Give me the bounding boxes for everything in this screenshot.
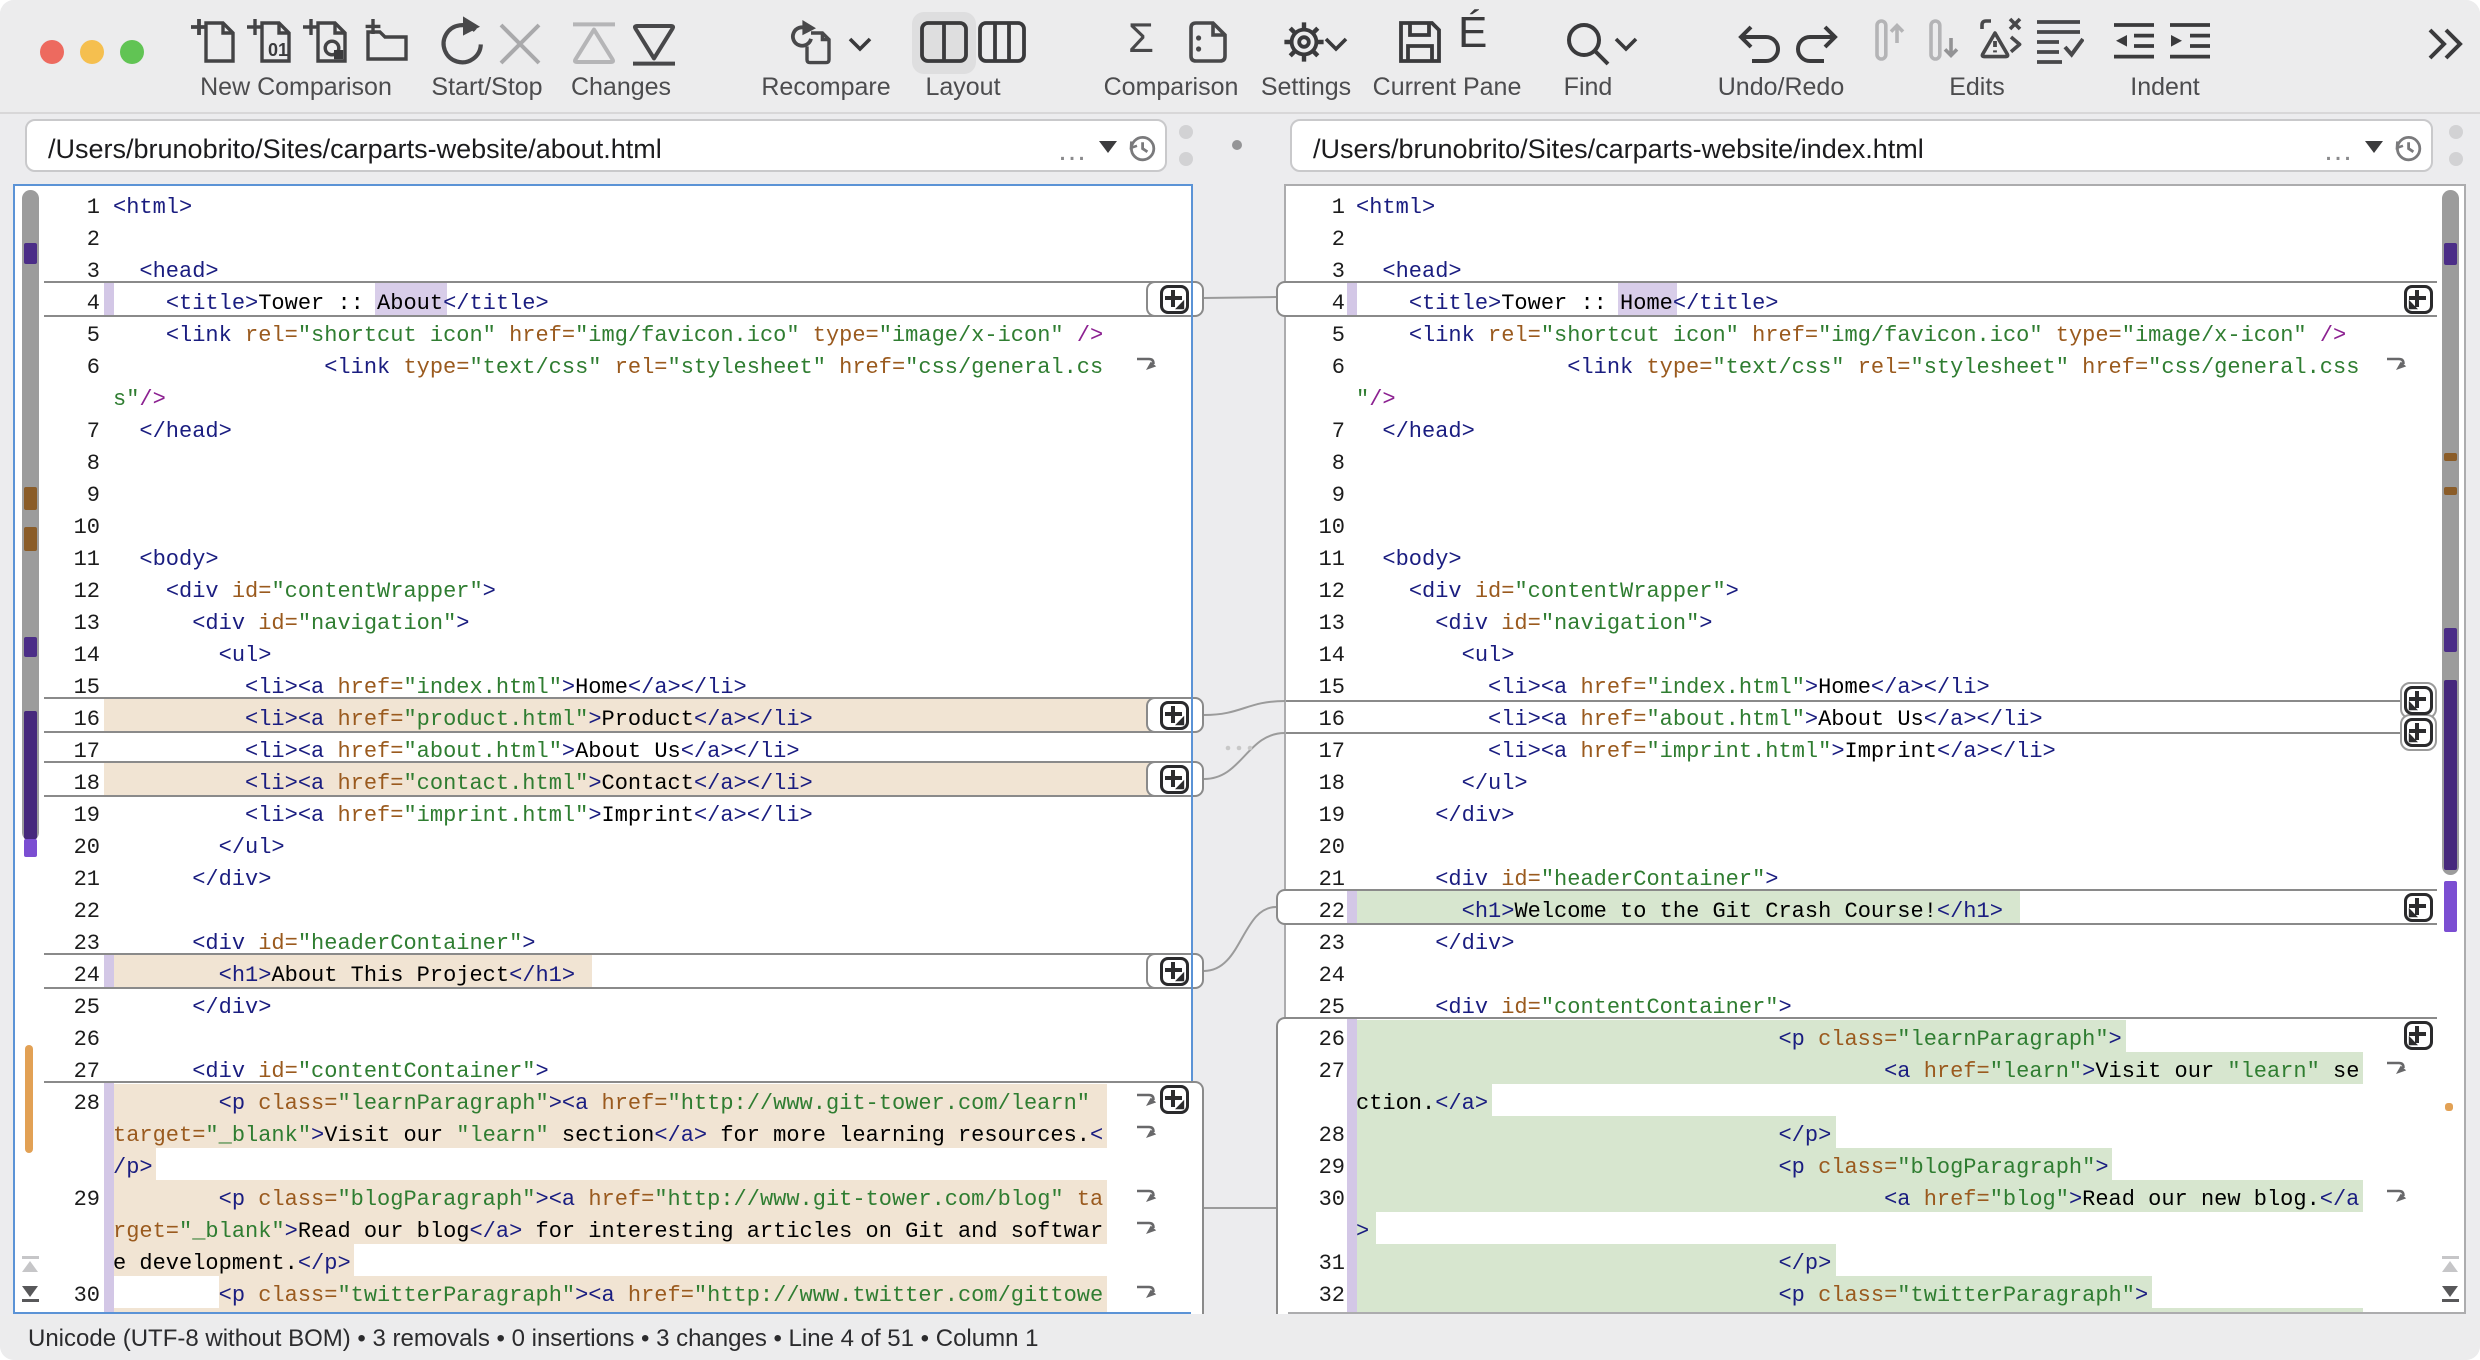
- svg-text:01: 01: [268, 40, 288, 60]
